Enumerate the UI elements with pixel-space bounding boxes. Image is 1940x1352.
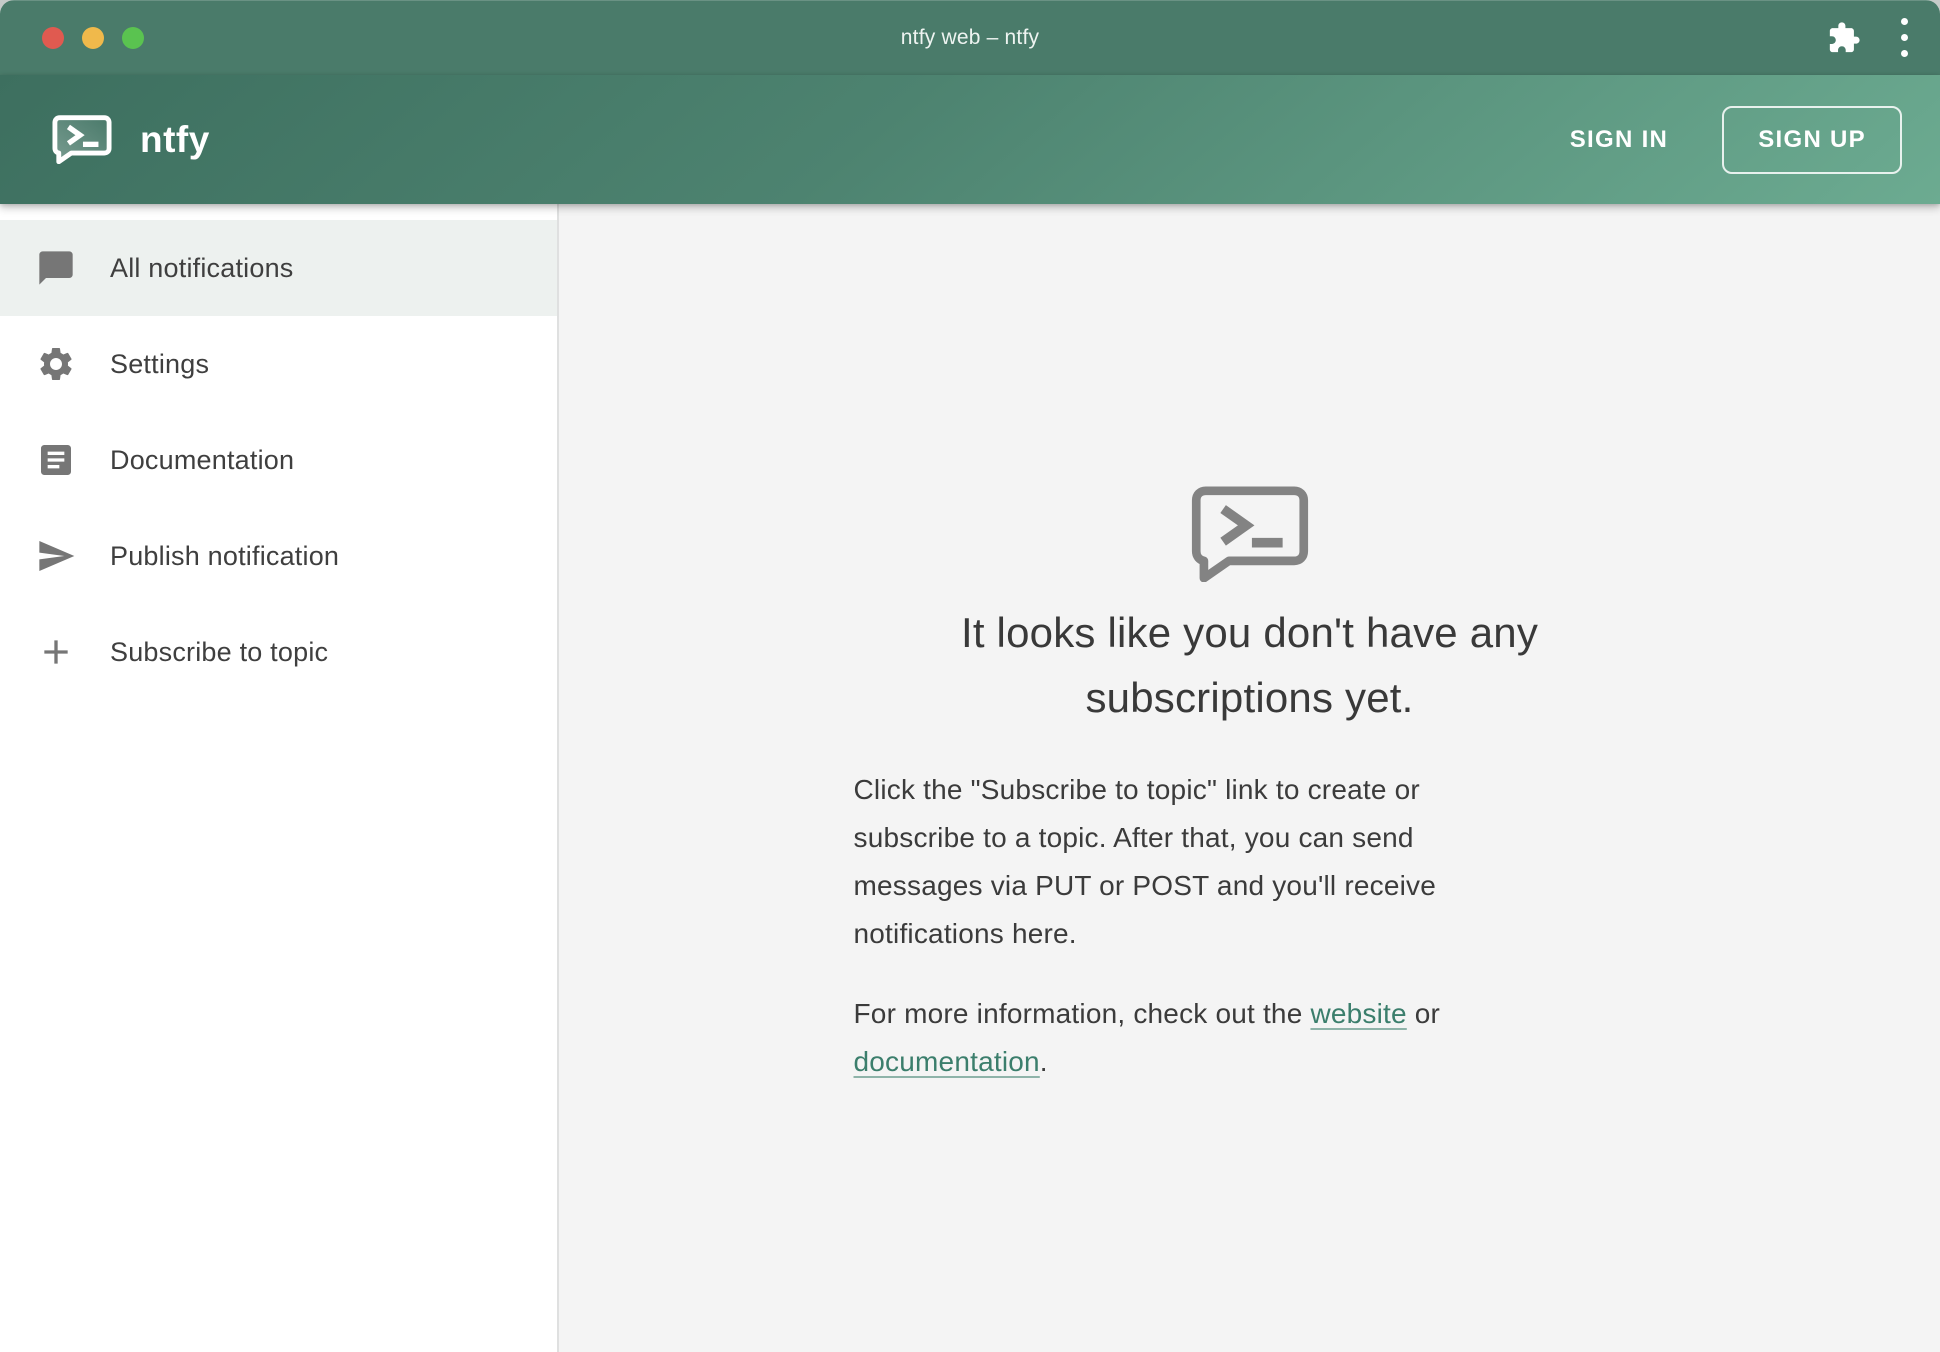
sign-in-button[interactable]: SIGN IN — [1548, 112, 1690, 168]
auth-actions: SIGN IN SIGN UP — [1548, 106, 1902, 174]
app-header: ntfy SIGN IN SIGN UP — [0, 75, 1940, 204]
minimize-window-button[interactable] — [82, 27, 104, 49]
paragraph-text: . — [1040, 1046, 1048, 1077]
puzzle-piece-icon[interactable] — [1827, 21, 1861, 55]
website-link[interactable]: website — [1310, 998, 1406, 1029]
app-window: ntfy web – ntfy — [0, 0, 1940, 1352]
sidebar-item-all-notifications[interactable]: All notifications — [0, 220, 557, 316]
traffic-lights — [42, 0, 144, 75]
kebab-menu-icon[interactable] — [1895, 14, 1914, 61]
paragraph-text: For more information, check out the — [854, 998, 1311, 1029]
sidebar-item-label: Subscribe to topic — [110, 637, 328, 668]
app-name: ntfy — [140, 119, 210, 161]
paragraph-text: Click the "Subscribe to topic" link to c… — [854, 774, 1437, 949]
send-icon — [36, 536, 76, 576]
plus-icon — [36, 632, 76, 672]
brand: ntfy — [52, 115, 210, 164]
sidebar-item-settings[interactable]: Settings — [0, 316, 557, 412]
gear-icon — [36, 344, 76, 384]
titlebar-actions — [1827, 0, 1914, 75]
ntfy-terminal-bubble-icon — [52, 115, 112, 164]
main-content: It looks like you don't have any subscri… — [559, 204, 1940, 1352]
empty-state: It looks like you don't have any subscri… — [854, 486, 1646, 1086]
chat-bubble-icon — [36, 248, 76, 288]
sidebar-item-label: Documentation — [110, 445, 294, 476]
empty-state-heading: It looks like you don't have any subscri… — [854, 600, 1646, 730]
titlebar: ntfy web – ntfy — [0, 0, 1940, 75]
sidebar-item-label: All notifications — [110, 253, 294, 284]
close-window-button[interactable] — [42, 27, 64, 49]
sidebar-item-documentation[interactable]: Documentation — [0, 412, 557, 508]
empty-state-paragraph-2: For more information, check out the webs… — [854, 990, 1534, 1086]
sidebar-item-publish-notification[interactable]: Publish notification — [0, 508, 557, 604]
article-icon — [36, 440, 76, 480]
paragraph-text: or — [1407, 998, 1440, 1029]
sign-up-button[interactable]: SIGN UP — [1722, 106, 1902, 174]
empty-state-paragraph-1: Click the "Subscribe to topic" link to c… — [854, 766, 1534, 958]
ntfy-terminal-bubble-icon — [1188, 486, 1312, 582]
sidebar-item-subscribe-to-topic[interactable]: Subscribe to topic — [0, 604, 557, 700]
zoom-window-button[interactable] — [122, 27, 144, 49]
content-row: All notifications Settings Documentation… — [0, 204, 1940, 1352]
window-title: ntfy web – ntfy — [0, 26, 1940, 50]
sidebar-item-label: Settings — [110, 349, 209, 380]
documentation-link[interactable]: documentation — [854, 1046, 1040, 1077]
sidebar-item-label: Publish notification — [110, 541, 339, 572]
sidebar: All notifications Settings Documentation… — [0, 204, 559, 1352]
